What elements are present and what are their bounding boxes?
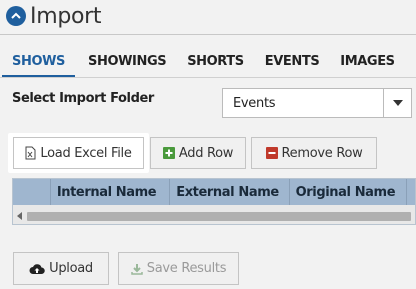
minus-square-icon xyxy=(265,147,278,159)
horizontal-scrollbar[interactable] xyxy=(13,209,415,223)
import-grid: Internal Name External Name Original Nam… xyxy=(12,178,416,225)
save-results-label: Save Results xyxy=(146,261,227,276)
folder-label: Select Import Folder xyxy=(12,91,154,106)
upload-label: Upload xyxy=(49,261,93,276)
chevron-down-icon[interactable] xyxy=(383,89,411,117)
cloud-upload-icon xyxy=(29,263,45,275)
download-icon xyxy=(131,263,143,275)
scroll-left-icon[interactable] xyxy=(13,209,27,223)
plus-square-icon xyxy=(162,147,175,159)
save-results-button[interactable]: Save Results xyxy=(118,252,239,285)
load-excel-button[interactable]: Load Excel File xyxy=(13,137,144,169)
upload-button[interactable]: Upload xyxy=(13,252,109,285)
page-title: Import xyxy=(30,3,102,29)
add-row-button[interactable]: Add Row xyxy=(150,137,246,169)
load-excel-label: Load Excel File xyxy=(40,145,132,161)
page-header: Import xyxy=(6,2,102,30)
tab-shorts[interactable]: SHORTS xyxy=(187,50,244,78)
grid-header-select[interactable] xyxy=(13,179,51,205)
tab-events[interactable]: EVENTS xyxy=(265,50,320,78)
tab-shows[interactable]: SHOWS xyxy=(2,50,75,78)
folder-select[interactable]: Events xyxy=(222,88,412,118)
remove-row-button[interactable]: Remove Row xyxy=(251,137,377,169)
title-divider xyxy=(0,34,416,35)
folder-select-value: Events xyxy=(233,95,276,111)
tab-showings[interactable]: SHOWINGS xyxy=(88,50,167,78)
remove-row-label: Remove Row xyxy=(281,145,363,161)
tab-images[interactable]: IMAGES xyxy=(340,50,395,78)
grid-header-original-name[interactable]: Original Name xyxy=(290,179,408,205)
grid-header-overflow xyxy=(407,179,415,205)
grid-header-external-name[interactable]: External Name xyxy=(170,179,290,205)
tab-bar: SHOWS SHOWINGS SHORTS EVENTS IMAGES xyxy=(2,50,416,78)
scroll-thumb[interactable] xyxy=(27,211,411,221)
excel-file-icon xyxy=(25,146,36,160)
add-row-label: Add Row xyxy=(178,145,234,161)
chevron-up-circle-icon[interactable] xyxy=(6,6,26,26)
grid-header: Internal Name External Name Original Nam… xyxy=(13,179,415,205)
tabs-divider xyxy=(0,77,416,78)
grid-header-internal-name[interactable]: Internal Name xyxy=(51,179,171,205)
